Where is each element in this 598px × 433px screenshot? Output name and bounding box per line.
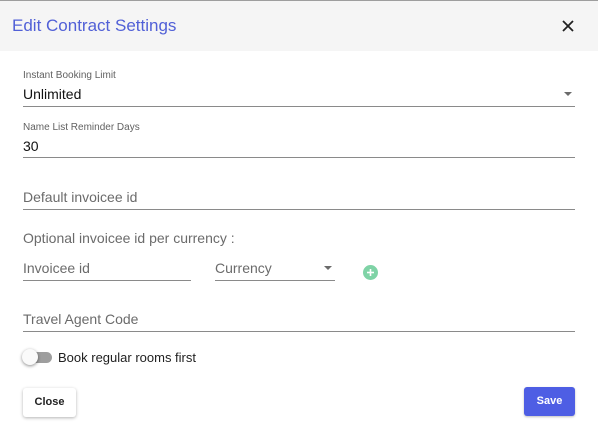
toggle-thumb[interactable] xyxy=(22,349,38,365)
currency-underline xyxy=(215,280,335,281)
add-currency-button[interactable] xyxy=(363,265,378,280)
dialog-header: Edit Contract Settings xyxy=(0,1,598,51)
invoicee-id-input[interactable]: Invoicee id xyxy=(23,260,191,278)
invoicee-id-placeholder: Invoicee id xyxy=(23,260,90,276)
travel-agent-code-placeholder: Travel Agent Code xyxy=(23,311,139,327)
chevron-down-icon[interactable] xyxy=(324,266,332,270)
plus-icon xyxy=(367,269,374,276)
name-list-reminder-days-label: Name List Reminder Days xyxy=(23,122,140,133)
name-list-reminder-days-value: 30 xyxy=(23,138,39,154)
default-invoicee-input[interactable]: Default invoicee id xyxy=(23,189,575,207)
default-invoicee-placeholder: Default invoicee id xyxy=(23,189,138,205)
name-list-reminder-days-underline xyxy=(23,157,575,158)
save-button[interactable]: Save xyxy=(524,387,575,416)
instant-booking-limit-underline xyxy=(23,106,575,107)
close-button[interactable]: Close xyxy=(23,388,76,417)
travel-agent-code-input[interactable]: Travel Agent Code xyxy=(23,311,575,329)
travel-agent-code-underline xyxy=(23,331,575,332)
invoicee-id-underline xyxy=(23,280,191,281)
currency-placeholder: Currency xyxy=(215,260,272,276)
dialog-title: Edit Contract Settings xyxy=(12,16,177,35)
name-list-reminder-days-input[interactable]: 30 xyxy=(23,138,575,156)
book-regular-rooms-label: Book regular rooms first xyxy=(58,350,196,365)
instant-booking-limit-value: Unlimited xyxy=(23,86,82,102)
close-icon[interactable] xyxy=(560,18,576,34)
optional-invoicee-heading: Optional invoicee id per currency : xyxy=(23,230,235,246)
default-invoicee-underline xyxy=(23,209,575,210)
instant-booking-limit-select[interactable]: Unlimited xyxy=(23,86,575,104)
instant-booking-limit-label: Instant Booking Limit xyxy=(23,70,116,81)
chevron-down-icon[interactable] xyxy=(564,92,572,96)
currency-select[interactable]: Currency xyxy=(215,260,335,278)
